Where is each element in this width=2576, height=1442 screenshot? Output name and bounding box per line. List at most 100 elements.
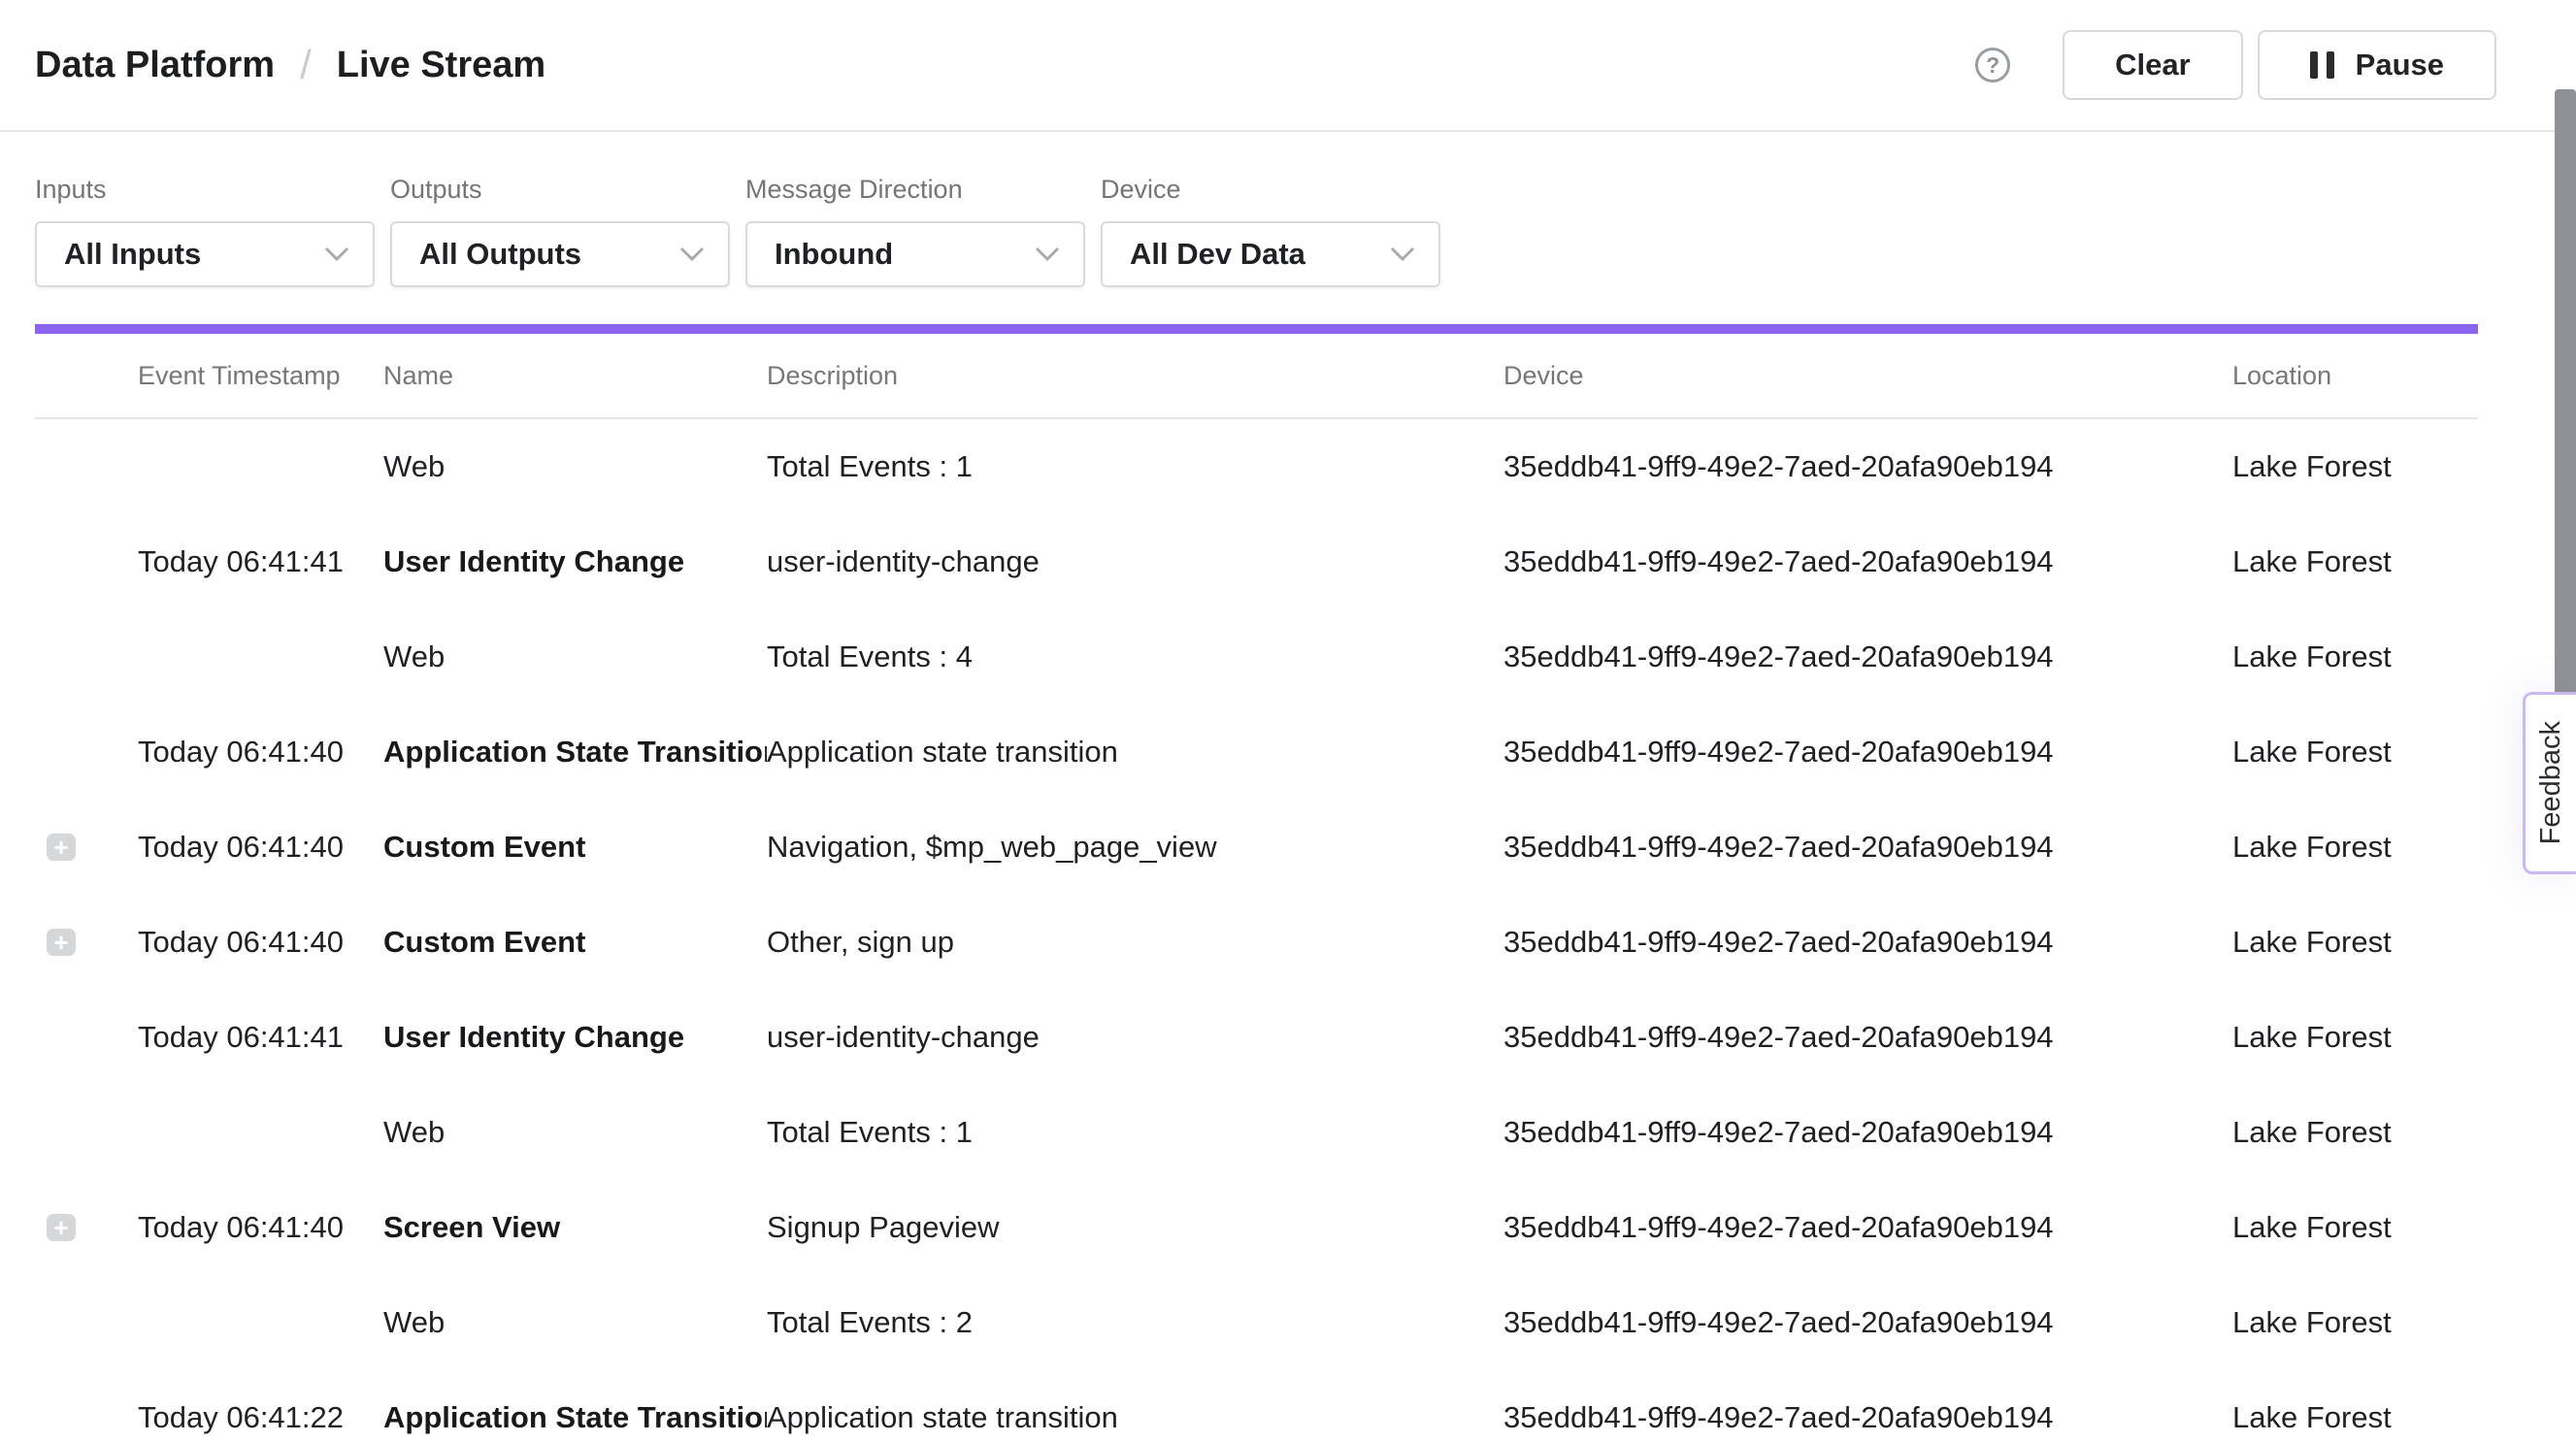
chevron-down-icon <box>679 246 705 262</box>
cell-description: Application state transition <box>767 735 1503 770</box>
clear-button-label: Clear <box>2115 48 2191 82</box>
cell-device: 35eddb41-9ff9-49e2-7aed-20afa90eb194 <box>1503 830 2232 865</box>
cell-device: 35eddb41-9ff9-49e2-7aed-20afa90eb194 <box>1503 1210 2232 1245</box>
cell-expand: + <box>35 929 138 956</box>
cell-timestamp: Today 06:41:40 <box>138 830 383 865</box>
filter-message-direction: Message Direction Inbound <box>745 175 1085 287</box>
cell-device: 35eddb41-9ff9-49e2-7aed-20afa90eb194 <box>1503 735 2232 770</box>
filter-bar: Inputs All Inputs Outputs All Outputs Me… <box>0 132 2576 287</box>
cell-device: 35eddb41-9ff9-49e2-7aed-20afa90eb194 <box>1503 1020 2232 1055</box>
expand-plus-icon[interactable]: + <box>47 1214 76 1241</box>
cell-name: Web <box>383 639 767 674</box>
table-row[interactable]: + Web Total Events : 4 35eddb41-9ff9-49e… <box>35 609 2478 705</box>
filter-inputs-label: Inputs <box>35 175 375 205</box>
message-direction-select[interactable]: Inbound <box>745 221 1085 287</box>
cell-device: 35eddb41-9ff9-49e2-7aed-20afa90eb194 <box>1503 639 2232 674</box>
filter-device: Device All Dev Data <box>1101 175 1440 287</box>
table-row[interactable]: + Web Total Events : 2 35eddb41-9ff9-49e… <box>35 1275 2478 1370</box>
table-row[interactable]: + Today 06:41:41 User Identity Change us… <box>35 514 2478 609</box>
cell-location: Lake Forest <box>2232 925 2478 960</box>
table-header: Event Timestamp Name Description Device … <box>35 334 2478 419</box>
chevron-down-icon <box>1390 246 1415 262</box>
filter-outputs-label: Outputs <box>390 175 730 205</box>
chevron-down-icon <box>324 246 349 262</box>
cell-expand: + <box>35 834 138 861</box>
table-row[interactable]: + Web Total Events : 1 35eddb41-9ff9-49e… <box>35 419 2478 514</box>
cell-timestamp: Today 06:41:40 <box>138 925 383 960</box>
table-row[interactable]: + Today 06:41:40 Screen View Signup Page… <box>35 1180 2478 1275</box>
table-row[interactable]: + Web Total Events : 1 35eddb41-9ff9-49e… <box>35 1085 2478 1180</box>
chevron-down-icon <box>1035 246 1060 262</box>
cell-name: User Identity Change <box>383 1020 767 1055</box>
header-name: Name <box>383 361 767 391</box>
cell-name: Screen View <box>383 1210 767 1245</box>
cell-name: Web <box>383 1305 767 1340</box>
accent-divider <box>35 324 2478 334</box>
cell-device: 35eddb41-9ff9-49e2-7aed-20afa90eb194 <box>1503 449 2232 484</box>
inputs-select[interactable]: All Inputs <box>35 221 375 287</box>
scrollbar-thumb[interactable] <box>2555 89 2576 720</box>
cell-location: Lake Forest <box>2232 544 2478 579</box>
clear-button[interactable]: Clear <box>2063 30 2243 100</box>
cell-description: Total Events : 1 <box>767 449 1503 484</box>
device-select[interactable]: All Dev Data <box>1101 221 1440 287</box>
cell-timestamp: Today 06:41:40 <box>138 1210 383 1245</box>
help-icon[interactable]: ? <box>1975 48 2010 82</box>
message-direction-select-value: Inbound <box>775 237 893 272</box>
cell-timestamp: Today 06:41:41 <box>138 544 383 579</box>
table-row[interactable]: + Today 06:41:22 Application State Trans… <box>35 1370 2478 1442</box>
topbar: Data Platform / Live Stream ? Clear Paus… <box>0 0 2576 132</box>
inputs-select-value: All Inputs <box>64 237 201 272</box>
outputs-select[interactable]: All Outputs <box>390 221 730 287</box>
pause-button[interactable]: Pause <box>2258 30 2496 100</box>
cell-name: Custom Event <box>383 830 767 865</box>
filter-outputs: Outputs All Outputs <box>390 175 730 287</box>
device-select-value: All Dev Data <box>1130 237 1305 272</box>
cell-name: Application State Transition <box>383 1400 767 1435</box>
cell-name: Application State Transition <box>383 735 767 770</box>
cell-device: 35eddb41-9ff9-49e2-7aed-20afa90eb194 <box>1503 544 2232 579</box>
cell-location: Lake Forest <box>2232 449 2478 484</box>
header-location: Location <box>2232 361 2478 391</box>
filter-message-direction-label: Message Direction <box>745 175 1085 205</box>
cell-description: Total Events : 2 <box>767 1305 1503 1340</box>
cell-location: Lake Forest <box>2232 1210 2478 1245</box>
expand-plus-icon[interactable]: + <box>47 834 76 861</box>
cell-description: Signup Pageview <box>767 1210 1503 1245</box>
feedback-tab-label: Feedback <box>2535 721 2567 844</box>
table-row[interactable]: + Today 06:41:41 User Identity Change us… <box>35 990 2478 1085</box>
cell-expand: + <box>35 1214 138 1241</box>
cell-description: user-identity-change <box>767 544 1503 579</box>
cell-location: Lake Forest <box>2232 1400 2478 1435</box>
cell-device: 35eddb41-9ff9-49e2-7aed-20afa90eb194 <box>1503 1305 2232 1340</box>
event-table-body: + Web Total Events : 1 35eddb41-9ff9-49e… <box>0 419 2576 1442</box>
cell-device: 35eddb41-9ff9-49e2-7aed-20afa90eb194 <box>1503 1400 2232 1435</box>
cell-description: user-identity-change <box>767 1020 1503 1055</box>
cell-device: 35eddb41-9ff9-49e2-7aed-20afa90eb194 <box>1503 925 2232 960</box>
header-event-timestamp: Event Timestamp <box>138 361 383 391</box>
cell-location: Lake Forest <box>2232 830 2478 865</box>
cell-device: 35eddb41-9ff9-49e2-7aed-20afa90eb194 <box>1503 1115 2232 1150</box>
filter-inputs: Inputs All Inputs <box>35 175 375 287</box>
table-row[interactable]: + Today 06:41:40 Application State Trans… <box>35 705 2478 800</box>
breadcrumb: Data Platform / Live Stream <box>35 42 545 88</box>
filter-device-label: Device <box>1101 175 1440 205</box>
cell-location: Lake Forest <box>2232 639 2478 674</box>
cell-timestamp: Today 06:41:40 <box>138 735 383 770</box>
feedback-tab[interactable]: Feedback <box>2523 692 2576 874</box>
pause-icon <box>2310 51 2334 79</box>
cell-location: Lake Forest <box>2232 1020 2478 1055</box>
table-row[interactable]: + Today 06:41:40 Custom Event Other, sig… <box>35 895 2478 990</box>
outputs-select-value: All Outputs <box>419 237 581 272</box>
cell-name: Custom Event <box>383 925 767 960</box>
cell-description: Total Events : 1 <box>767 1115 1503 1150</box>
header-device: Device <box>1503 361 2232 391</box>
cell-description: Application state transition <box>767 1400 1503 1435</box>
expand-plus-icon[interactable]: + <box>47 929 76 956</box>
table-row[interactable]: + Today 06:41:40 Custom Event Navigation… <box>35 800 2478 895</box>
cell-location: Lake Forest <box>2232 1305 2478 1340</box>
breadcrumb-item-live-stream: Live Stream <box>337 45 545 86</box>
breadcrumb-item-data-platform[interactable]: Data Platform <box>35 45 275 86</box>
cell-timestamp: Today 06:41:41 <box>138 1020 383 1055</box>
cell-name: Web <box>383 449 767 484</box>
